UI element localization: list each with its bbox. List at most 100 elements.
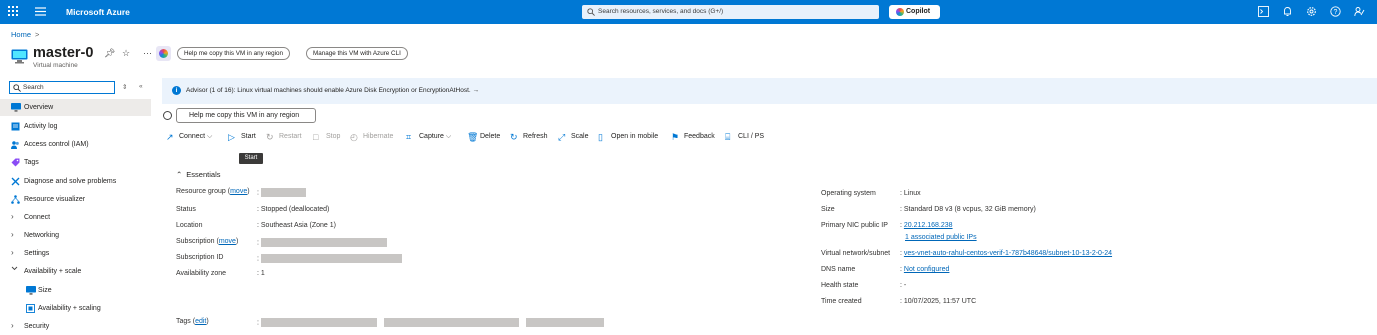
sidebar-item-size[interactable]: Size — [0, 282, 151, 299]
chevron-right-icon: › — [11, 248, 14, 257]
notifications-icon[interactable] — [1282, 6, 1294, 18]
copy-vm-button[interactable]: Help me copy this VM in any region — [176, 108, 316, 123]
stop-button[interactable]: □ Stop — [313, 131, 343, 145]
sidebar-item-settings[interactable]: › Settings — [0, 245, 151, 262]
scaling-icon — [26, 304, 35, 313]
capture-button[interactable]: ⌗ Capture ⌵ — [406, 131, 458, 145]
sidebar-item-label: Security — [24, 323, 50, 330]
sidebar-item-activity-log[interactable]: Activity log — [0, 118, 151, 135]
essentials-label: DNS name — [821, 266, 856, 273]
breadcrumb: Home > — [11, 30, 39, 39]
settings-gear-icon[interactable] — [1306, 6, 1318, 18]
sidebar-item-label: Availability + scale — [24, 268, 82, 275]
copilot-button[interactable]: Copilot — [889, 5, 940, 19]
sidebar-item-label: Resource visualizer — [24, 196, 86, 203]
copy-vm-region-pill[interactable]: Help me copy this VM in any region — [177, 47, 291, 60]
sidebar-item-label: Availability + scaling — [38, 305, 101, 312]
info-icon: i — [172, 86, 181, 95]
restart-label: Restart — [279, 133, 302, 140]
scale-label: Scale — [571, 133, 589, 140]
move-link[interactable]: move — [219, 238, 236, 245]
copilot-tile-icon[interactable] — [156, 46, 171, 61]
essentials-title: Essentials — [186, 170, 221, 179]
move-link[interactable]: move — [230, 188, 247, 195]
stop-icon: □ — [313, 132, 319, 142]
scale-button[interactable]: ⤢ Scale — [558, 131, 590, 145]
search-placeholder: Search resources, services, and docs (G+… — [598, 8, 724, 15]
refresh-button[interactable]: ↻ Refresh — [510, 131, 550, 145]
essentials-label: Location — [176, 222, 203, 229]
hibernate-label: Hibernate — [363, 133, 394, 140]
breadcrumb-home[interactable]: Home — [11, 30, 31, 39]
advisor-banner[interactable]: i Advisor (1 of 16): Linux virtual machi… — [162, 78, 1377, 104]
sidebar-item-access-control[interactable]: Access control (IAM) — [0, 136, 151, 153]
collapse-sidebar-icon[interactable]: « — [139, 83, 143, 90]
sidebar-item-label: Overview — [24, 104, 54, 111]
mobile-icon: ▯ — [598, 132, 603, 142]
sort-toggle-icon[interactable]: ⇕ — [122, 83, 127, 91]
open-in-mobile-label: Open in mobile — [611, 133, 659, 140]
essentials-label: Subscription ID — [176, 254, 224, 261]
tag-chip — [525, 318, 604, 327]
sidebar-item-diagnose[interactable]: Diagnose and solve problems — [0, 173, 151, 190]
favorite-star-icon[interactable]: ☆ — [122, 48, 130, 59]
sidebar-item-networking[interactable]: › Networking — [0, 227, 151, 244]
associated-ips-link[interactable]: 1 associated public IPs — [905, 234, 977, 241]
essentials-value: : — [257, 238, 387, 247]
brand-title[interactable]: Microsoft Azure — [66, 7, 130, 17]
manage-cli-pill[interactable]: Manage this VM with Azure CLI — [306, 47, 408, 60]
essentials-toggle[interactable]: ⌃ Essentials — [176, 170, 220, 179]
delete-button[interactable]: 🗑︎ Delete — [467, 131, 503, 145]
play-icon: ▷ — [228, 132, 235, 142]
cloud-shell-icon[interactable] — [1258, 6, 1270, 18]
start-label: Start — [241, 133, 256, 140]
app-launcher-icon[interactable] — [8, 6, 18, 16]
tag-chip — [383, 318, 519, 327]
feedback-label: Feedback — [684, 133, 715, 140]
copilot-label: Copilot — [906, 8, 931, 15]
pin-icon[interactable]: 📌︎ — [104, 48, 115, 59]
chevron-right-icon: › — [11, 212, 14, 221]
connect-button[interactable]: ↗ Connect ⌵ — [166, 131, 224, 145]
sidebar-item-availability-scale[interactable]: Availability + scale — [0, 263, 151, 280]
essentials-label: Health state — [821, 282, 859, 289]
svg-text:?: ? — [1334, 9, 1338, 16]
feedback-button[interactable]: ⚑ Feedback — [671, 131, 719, 145]
virtual-machine-icon — [11, 49, 28, 64]
sidebar-item-connect[interactable]: › Connect — [0, 209, 151, 226]
sidebar-item-label: Activity log — [24, 123, 58, 130]
sidebar-search-input[interactable]: Search — [9, 81, 115, 94]
capture-icon: ⌗ — [406, 132, 412, 142]
open-in-mobile-button[interactable]: ▯ Open in mobile — [598, 131, 664, 145]
sidebar-item-label: Access control (IAM) — [24, 141, 89, 148]
essentials-label: Resource group (move) — [176, 188, 250, 195]
essentials-value: Standard D8 v3 (8 vcpus, 32 GiB memory) — [903, 206, 1036, 213]
more-options-icon[interactable]: ··· — [143, 48, 152, 58]
sidebar-item-label: Diagnose and solve problems — [24, 178, 117, 185]
dns-link[interactable]: Not configured — [904, 266, 950, 273]
sidebar-item-overview[interactable]: Overview — [0, 99, 151, 116]
sidebar-item-resource-visualizer[interactable]: Resource visualizer — [0, 191, 151, 208]
essentials-label: Availability zone — [176, 270, 227, 277]
essentials-label: Primary NIC public IP — [821, 222, 888, 229]
vnet-subnet-link[interactable]: ves-vnet-auto-rahul-centos-verif-1-787b4… — [904, 250, 1112, 257]
refresh-icon: ↻ — [510, 132, 518, 142]
start-button[interactable]: ▷ Start — [228, 131, 260, 145]
advisor-text: Advisor (1 of 16): Linux virtual machine… — [186, 87, 471, 94]
sidebar-item-tags[interactable]: Tags — [0, 154, 151, 171]
essentials-value: 1 — [260, 270, 265, 277]
sidebar-item-availability-scaling[interactable]: Availability + scaling — [0, 300, 151, 317]
restart-button[interactable]: ↻ Restart — [266, 131, 306, 145]
feedback-person-icon[interactable] — [1354, 6, 1366, 18]
hibernate-button[interactable]: ◴ Hibernate — [350, 131, 398, 145]
sidebar-item-security[interactable]: › Security — [0, 318, 151, 335]
cli-ps-button[interactable]: ⌸ CLI / PS — [725, 131, 767, 145]
edit-tags-link[interactable]: edit — [195, 318, 206, 325]
public-ip-link[interactable]: 20.212.168.238 — [904, 222, 953, 229]
global-search-input[interactable]: Search resources, services, and docs (G+… — [582, 5, 879, 19]
hamburger-menu-icon[interactable] — [35, 7, 46, 16]
delete-label: Delete — [480, 133, 501, 140]
redacted-value — [260, 188, 306, 197]
help-icon[interactable]: ? — [1330, 6, 1342, 18]
essentials-label: Tags (edit) — [176, 318, 209, 325]
